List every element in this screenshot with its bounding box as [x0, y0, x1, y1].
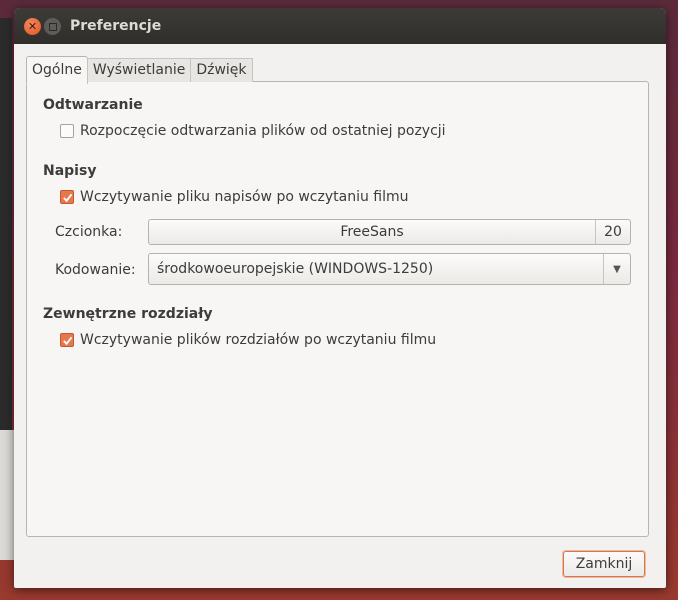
close-icon: ✕	[27, 20, 38, 33]
general-tab-page: Odtwarzanie Rozpoczęcie odtwarzania plik…	[26, 81, 649, 537]
tab-general[interactable]: Ogólne	[26, 56, 88, 84]
tab-display[interactable]: Wyświetlanie	[86, 58, 192, 82]
autoload-chapters-option[interactable]: Wczytywanie plików rozdziałów po wczytan…	[60, 332, 436, 348]
subtitle-font-button[interactable]: FreeSans 20	[148, 219, 631, 245]
encoding-value: środkowoeuropejskie (WINDOWS-1250)	[157, 261, 434, 277]
background-window-edge	[0, 18, 12, 438]
close-window-button[interactable]: ✕	[24, 18, 41, 35]
checkmark-icon	[62, 193, 72, 202]
autoload-subtitles-option[interactable]: Wczytywanie pliku napisów po wczytaniu f…	[60, 189, 409, 205]
preferences-notebook: Ogólne Wyświetlanie Dźwięk Odtwarzanie R…	[26, 56, 649, 538]
resume-playback-label: Rozpoczęcie odtwarzania plików od ostatn…	[80, 123, 446, 139]
window-title: Preferencje	[70, 18, 162, 34]
checkmark-icon	[62, 336, 72, 345]
encoding-label: Kodowanie:	[55, 262, 136, 278]
minimize-icon	[48, 22, 57, 31]
autoload-subtitles-label: Wczytywanie pliku napisów po wczytaniu f…	[80, 189, 409, 205]
title-bar: ✕ Preferencje	[14, 8, 666, 44]
close-button[interactable]: Zamknij	[563, 551, 645, 577]
chapters-section-title: Zewnętrzne rozdziały	[43, 306, 213, 322]
encoding-combobox[interactable]: środkowoeuropejskie (WINDOWS-1250) ▼	[148, 253, 631, 285]
chevron-down-icon[interactable]: ▼	[603, 254, 630, 284]
autoload-subtitles-checkbox[interactable]	[60, 190, 74, 204]
resume-playback-option[interactable]: Rozpoczęcie odtwarzania plików od ostatn…	[60, 123, 446, 139]
subtitles-section-title: Napisy	[43, 163, 97, 179]
preferences-dialog: ✕ Preferencje Ogólne Wyświetlanie Dźwięk…	[14, 8, 666, 588]
font-name: FreeSans	[340, 224, 404, 240]
playback-section-title: Odtwarzanie	[43, 97, 143, 113]
resume-playback-checkbox[interactable]	[60, 124, 74, 138]
minimize-window-button[interactable]	[44, 18, 61, 35]
font-label: Czcionka:	[55, 224, 123, 240]
font-size: 20	[595, 220, 630, 244]
autoload-chapters-checkbox[interactable]	[60, 333, 74, 347]
background-window	[0, 430, 14, 560]
autoload-chapters-label: Wczytywanie plików rozdziałów po wczytan…	[80, 332, 437, 348]
tab-bar: Ogólne Wyświetlanie Dźwięk	[26, 56, 649, 84]
tab-audio[interactable]: Dźwięk	[190, 58, 253, 82]
